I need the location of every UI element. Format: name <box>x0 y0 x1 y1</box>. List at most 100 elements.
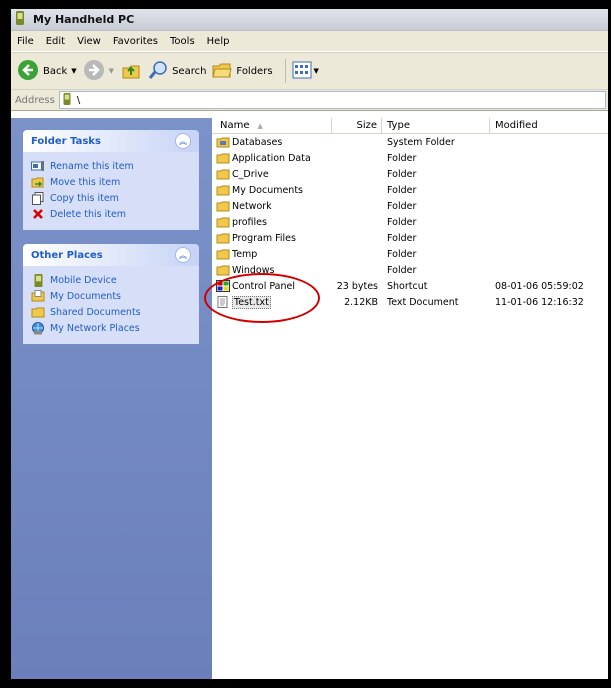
file-type: Folder <box>387 152 417 164</box>
task-label: Copy this item <box>50 192 119 204</box>
folders-label: Folders <box>236 65 273 77</box>
toolbar: Back ▼ ▼ Search Folders ▼ <box>11 52 608 90</box>
table-row[interactable]: Network Folder <box>212 198 608 214</box>
file-size <box>332 134 382 150</box>
place-mobile-device[interactable]: Mobile Device <box>31 272 191 288</box>
place-label: My Network Places <box>50 322 140 334</box>
folder-tasks-panel: Folder Tasks ︽ Rename this item Move thi… <box>23 130 199 230</box>
folder-icon <box>216 217 230 228</box>
my-documents-icon <box>31 289 45 303</box>
task-move[interactable]: Move this item <box>31 174 191 190</box>
menu-tools[interactable]: Tools <box>170 36 195 47</box>
folder-tasks-title: Folder Tasks <box>31 135 101 147</box>
file-size <box>332 182 382 198</box>
move-icon <box>31 175 45 189</box>
file-modified: 08-01-06 05:59:02 <box>495 280 584 292</box>
forward-arrow-icon <box>83 59 105 84</box>
file-type: Folder <box>387 248 417 260</box>
menu-file[interactable]: File <box>17 36 34 47</box>
task-copy[interactable]: Copy this item <box>31 190 191 206</box>
device-icon <box>15 11 25 28</box>
window-title: My Handheld PC <box>33 13 135 26</box>
file-size <box>332 198 382 214</box>
file-name: profiles <box>232 216 267 228</box>
other-places-body: Mobile Device My Documents Shared Docume… <box>23 266 199 344</box>
file-size <box>332 262 382 278</box>
toolbar-separator <box>284 59 286 83</box>
up-folder-button[interactable] <box>120 59 142 84</box>
column-modified-label: Modified <box>495 120 538 131</box>
copy-icon <box>31 191 45 205</box>
file-type: Folder <box>387 168 417 180</box>
back-button[interactable]: Back ▼ <box>17 59 77 84</box>
back-dropdown-icon[interactable]: ▼ <box>71 67 76 75</box>
menu-help[interactable]: Help <box>207 36 230 47</box>
search-icon <box>148 60 168 83</box>
table-row[interactable]: Databases System Folder <box>212 134 608 150</box>
column-name-label: Name <box>220 120 250 131</box>
column-type[interactable]: Type <box>382 118 490 133</box>
column-size[interactable]: Size <box>332 118 382 133</box>
menu-favorites[interactable]: Favorites <box>113 36 158 47</box>
explorer-window: My Handheld PC File Edit View Favorites … <box>0 0 611 688</box>
place-my-documents[interactable]: My Documents <box>31 288 191 304</box>
task-rename[interactable]: Rename this item <box>31 158 191 174</box>
forward-button[interactable]: ▼ <box>83 59 114 84</box>
place-shared-documents[interactable]: Shared Documents <box>31 304 191 320</box>
network-places-icon <box>31 321 45 335</box>
task-delete[interactable]: Delete this item <box>31 206 191 222</box>
column-headers: Name ▲ Size Type Modified <box>212 118 608 134</box>
table-row[interactable]: Program Files Folder <box>212 230 608 246</box>
task-pane: Folder Tasks ︽ Rename this item Move thi… <box>11 118 212 679</box>
views-button[interactable]: ▼ <box>292 61 319 82</box>
file-size: 2.12KB <box>344 296 378 308</box>
folders-button[interactable]: Folders <box>212 61 273 82</box>
file-size <box>332 214 382 230</box>
menu-view[interactable]: View <box>77 36 101 47</box>
place-label: Shared Documents <box>50 306 141 318</box>
forward-dropdown-icon[interactable]: ▼ <box>109 67 114 75</box>
file-name: Program Files <box>232 232 296 244</box>
table-row[interactable]: Application Data Folder <box>212 150 608 166</box>
other-places-panel: Other Places ︽ Mobile Device My Document… <box>23 244 199 344</box>
collapse-icon[interactable]: ︽ <box>175 133 191 149</box>
file-type: Text Document <box>387 296 459 308</box>
file-modified: 11-01-06 12:16:32 <box>495 296 584 308</box>
address-field[interactable]: \ <box>58 91 606 109</box>
column-name[interactable]: Name ▲ <box>212 118 332 133</box>
search-button[interactable]: Search <box>148 60 206 83</box>
file-list: Name ▲ Size Type Modified Databases Syst… <box>212 118 608 679</box>
file-size: 23 bytes <box>336 280 378 292</box>
folders-icon <box>212 61 233 82</box>
column-modified[interactable]: Modified <box>490 118 600 133</box>
file-modified <box>490 246 600 262</box>
views-dropdown-icon[interactable]: ▼ <box>314 67 319 75</box>
address-path: \ <box>76 94 81 106</box>
address-label: Address <box>15 94 55 106</box>
table-row[interactable]: profiles Folder <box>212 214 608 230</box>
table-row[interactable]: Temp Folder <box>212 246 608 262</box>
file-name: My Documents <box>232 184 304 196</box>
search-label: Search <box>172 65 207 77</box>
table-row[interactable]: C_Drive Folder <box>212 166 608 182</box>
file-modified <box>490 214 600 230</box>
file-modified <box>490 166 600 182</box>
other-places-header[interactable]: Other Places ︽ <box>23 244 199 266</box>
table-row[interactable]: My Documents Folder <box>212 182 608 198</box>
folder-tasks-header[interactable]: Folder Tasks ︽ <box>23 130 199 152</box>
file-name: Application Data <box>232 152 311 164</box>
folder-icon <box>216 153 230 164</box>
file-modified <box>490 134 600 150</box>
highlight-ellipse <box>204 273 320 323</box>
file-name: Network <box>232 200 272 212</box>
place-network[interactable]: My Network Places <box>31 320 191 336</box>
device-icon <box>31 273 45 287</box>
file-type: Folder <box>387 200 417 212</box>
file-type: Folder <box>387 232 417 244</box>
file-type: Folder <box>387 216 417 228</box>
title-bar: My Handheld PC <box>11 9 608 31</box>
back-label: Back <box>43 65 68 77</box>
menu-edit[interactable]: Edit <box>46 36 65 47</box>
collapse-icon[interactable]: ︽ <box>175 247 191 263</box>
place-label: My Documents <box>50 290 122 302</box>
